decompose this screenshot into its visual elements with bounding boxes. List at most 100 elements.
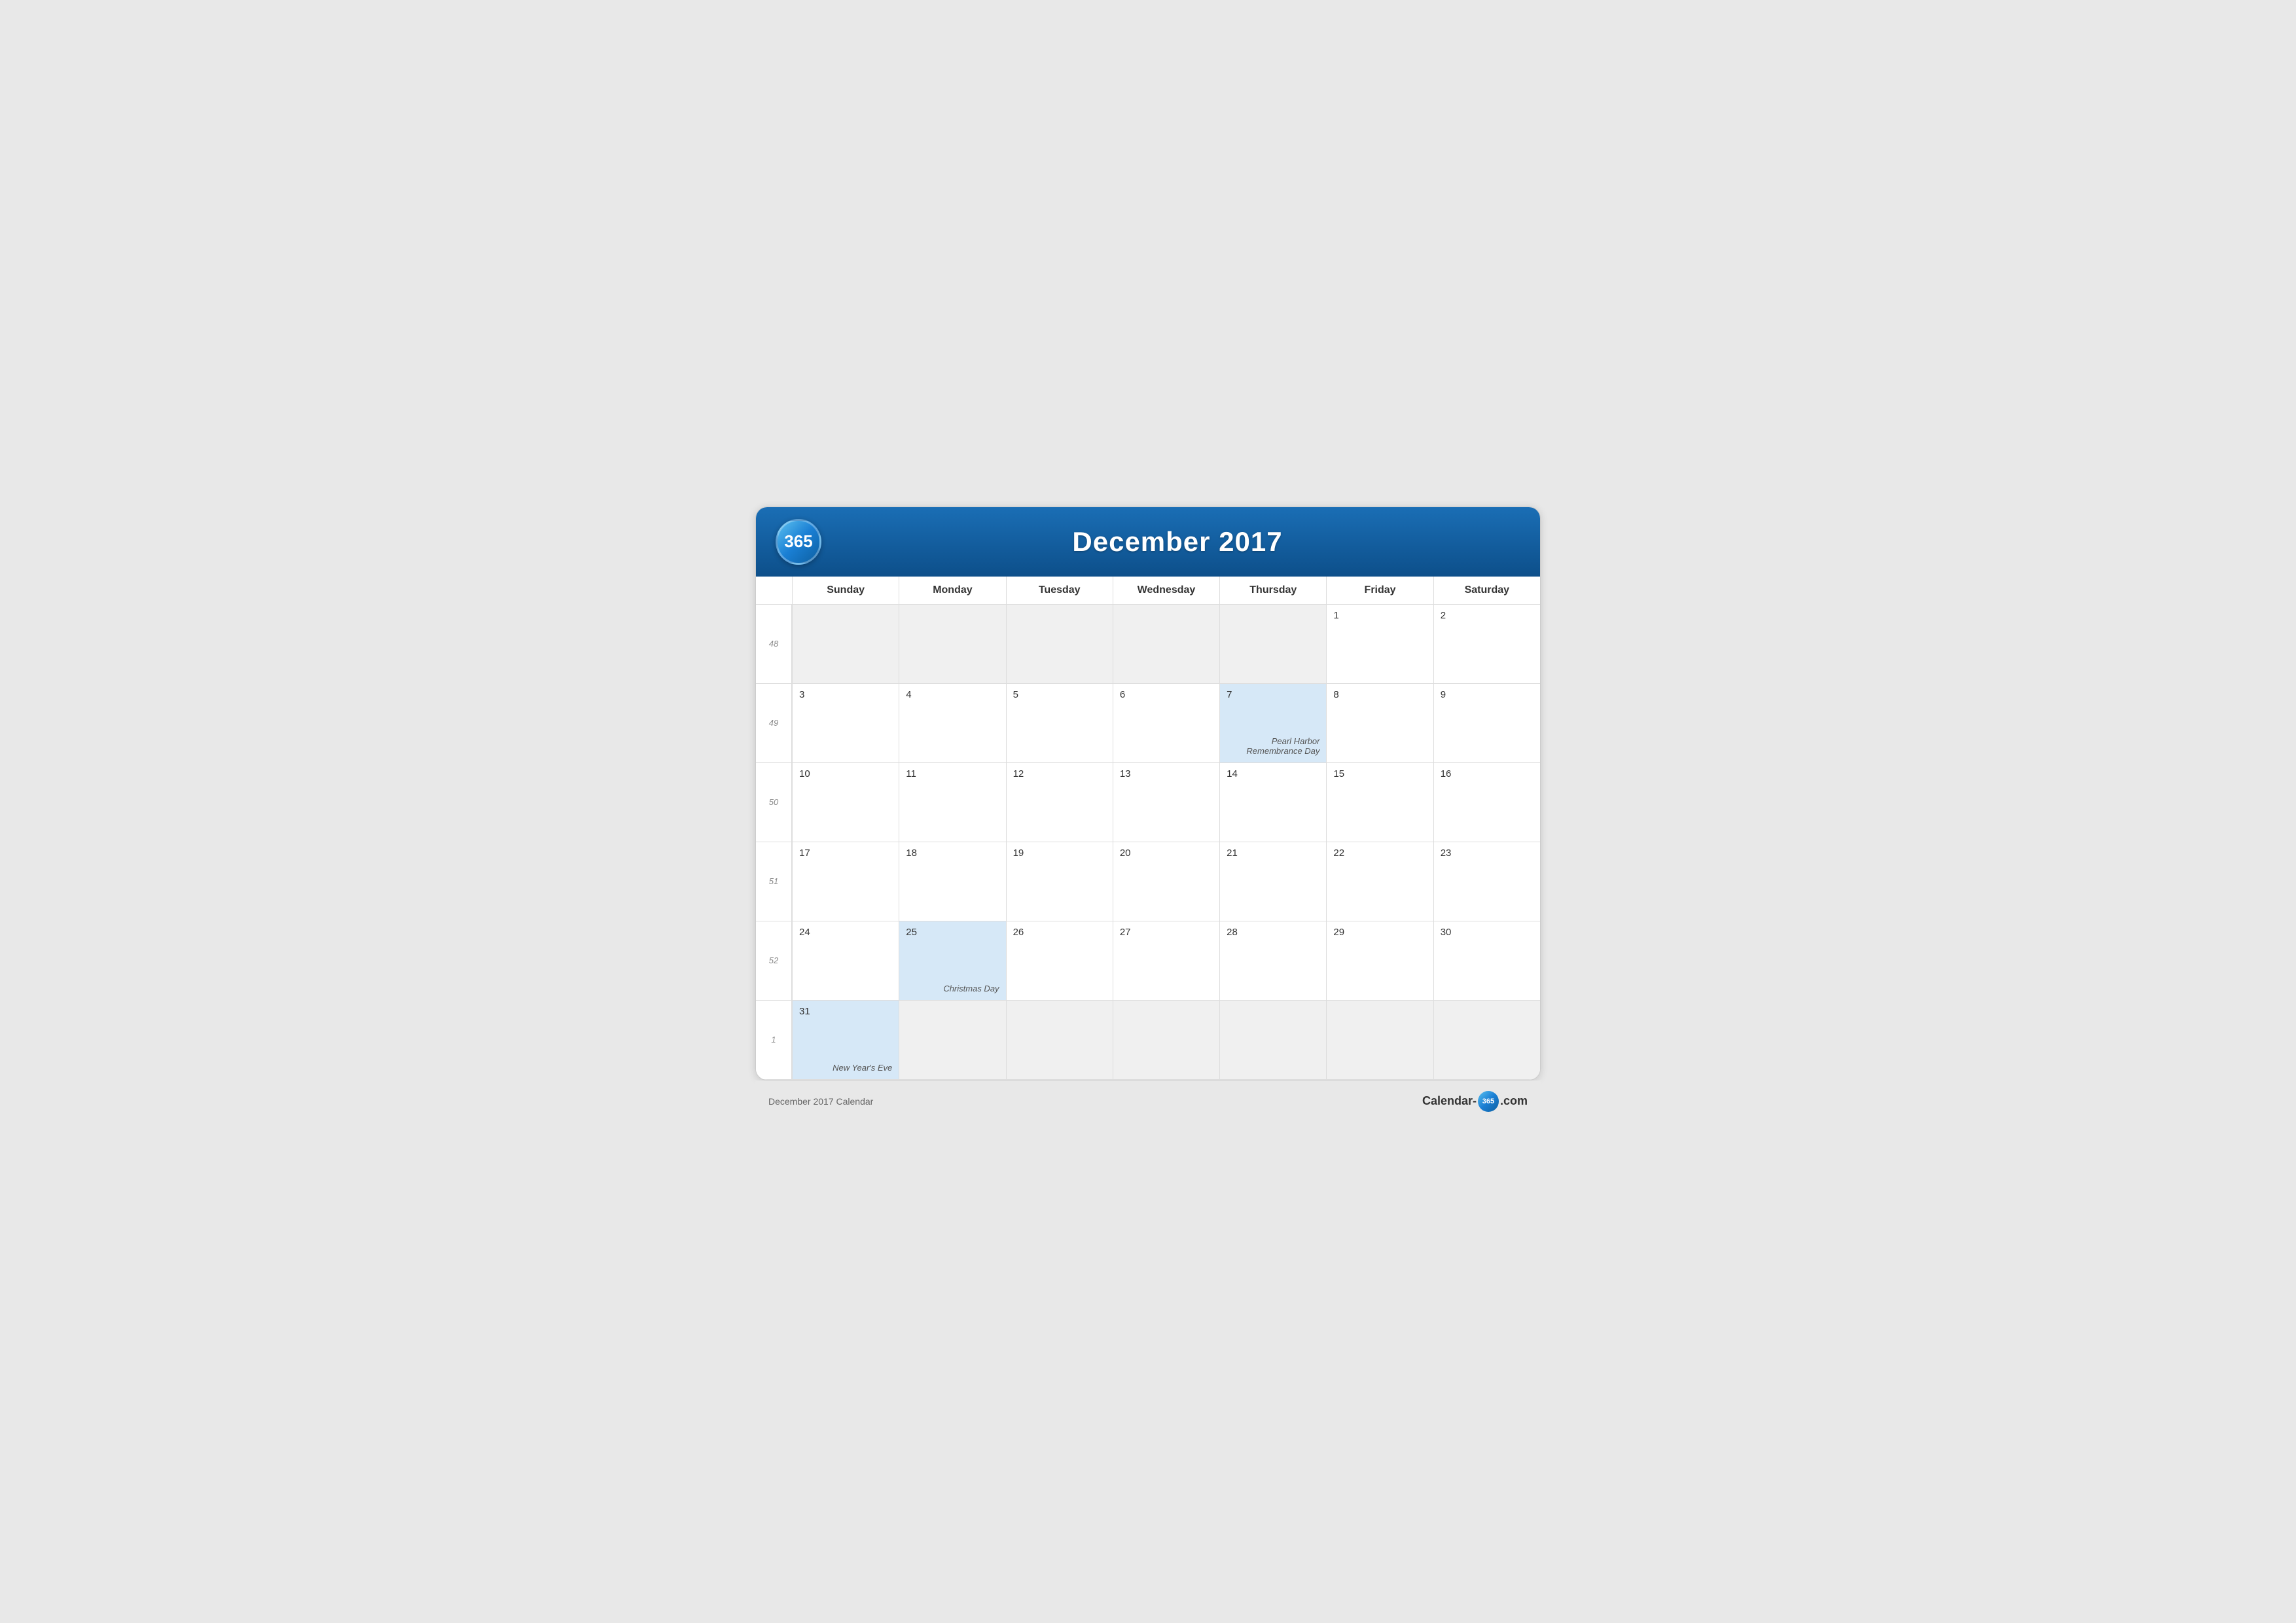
date-number: 7 (1227, 689, 1319, 700)
calendar-cell[interactable] (1113, 605, 1219, 683)
logo-circle: 365 (776, 519, 821, 565)
footer: December 2017 Calendar Calendar- 365 .co… (755, 1080, 1541, 1117)
calendar-cell[interactable]: 4 (899, 684, 1005, 762)
calendar-row: 50 10 11 12 13 14 15 16 (756, 763, 1540, 842)
calendar-cell[interactable] (899, 1001, 1005, 1079)
day-header-saturday: Saturday (1433, 577, 1540, 604)
calendar-cell[interactable]: 13 (1113, 763, 1219, 842)
calendar-row: 51 17 18 19 20 21 22 23 (756, 842, 1540, 921)
calendar-cell[interactable]: 21 (1219, 842, 1326, 921)
calendar-cell[interactable]: 27 (1113, 921, 1219, 1000)
calendar-cell[interactable]: 17 (792, 842, 899, 921)
footer-left: December 2017 Calendar (768, 1096, 873, 1107)
calendar-cell[interactable] (1326, 1001, 1433, 1079)
calendar-cell[interactable]: 1 (1326, 605, 1433, 683)
date-number: 26 (1013, 927, 1106, 938)
week-num-1: 1 (756, 1001, 792, 1079)
calendar-cell[interactable]: 22 (1326, 842, 1433, 921)
date-number: 4 (906, 689, 999, 700)
week-num-header-spacer (756, 577, 792, 604)
day-header-wednesday: Wednesday (1113, 577, 1219, 604)
date-number: 24 (799, 927, 892, 938)
date-number: 5 (1013, 689, 1106, 700)
calendar-cell[interactable] (792, 605, 899, 683)
date-number: 27 (1120, 927, 1213, 938)
day-header-thursday: Thursday (1219, 577, 1326, 604)
date-number: 15 (1333, 768, 1426, 779)
date-number: 16 (1441, 768, 1534, 779)
date-number: 30 (1441, 927, 1534, 938)
date-number: 9 (1441, 689, 1534, 700)
week-num-52: 52 (756, 921, 792, 1000)
day-header-tuesday: Tuesday (1006, 577, 1113, 604)
calendar-header: 365 December 2017 (756, 507, 1540, 577)
calendar-cell[interactable] (1219, 1001, 1326, 1079)
date-number: 2 (1441, 610, 1534, 621)
calendar-cell[interactable]: 20 (1113, 842, 1219, 921)
calendar-cell[interactable]: 18 (899, 842, 1005, 921)
calendar-cell[interactable]: 16 (1433, 763, 1540, 842)
calendar-cell[interactable]: 5 (1006, 684, 1113, 762)
calendar-cell[interactable]: 28 (1219, 921, 1326, 1000)
date-number: 13 (1120, 768, 1213, 779)
footer-calendar-text: Calendar- (1422, 1094, 1477, 1108)
footer-logo-circle: 365 (1478, 1091, 1499, 1112)
calendar-cell[interactable]: 19 (1006, 842, 1113, 921)
calendar-body: SundayMondayTuesdayWednesdayThursdayFrid… (756, 577, 1540, 1080)
date-number: 8 (1333, 689, 1426, 700)
week-num-51: 51 (756, 842, 792, 921)
date-number: 11 (906, 768, 999, 779)
holiday-label: Pearl Harbor Remembrance Day (1220, 736, 1319, 756)
date-number: 25 (906, 927, 999, 938)
date-number: 31 (799, 1006, 892, 1017)
date-number: 17 (799, 847, 892, 859)
calendar-cell[interactable] (899, 605, 1005, 683)
calendar-row: 52 24 25 Christmas Day 26 27 28 29 30 (756, 921, 1540, 1001)
calendar-cell[interactable]: 30 (1433, 921, 1540, 1000)
calendar-cell[interactable]: 25 Christmas Day (899, 921, 1005, 1000)
calendar-cell[interactable] (1433, 1001, 1540, 1079)
date-number: 10 (799, 768, 892, 779)
holiday-label: Christmas Day (943, 984, 999, 993)
calendar-cell[interactable]: 15 (1326, 763, 1433, 842)
calendar-cell[interactable]: 3 (792, 684, 899, 762)
footer-dot-com: .com (1500, 1094, 1528, 1108)
calendar-cell[interactable] (1219, 605, 1326, 683)
logo-text: 365 (784, 531, 812, 552)
calendar-cell[interactable] (1006, 1001, 1113, 1079)
calendar-cell[interactable]: 31 New Year's Eve (792, 1001, 899, 1079)
calendar-row: 4812 (756, 605, 1540, 684)
calendar-cell[interactable]: 23 (1433, 842, 1540, 921)
date-number: 18 (906, 847, 999, 859)
calendar-cell[interactable]: 10 (792, 763, 899, 842)
day-header-sunday: Sunday (792, 577, 899, 604)
date-number: 22 (1333, 847, 1426, 859)
week-num-50: 50 (756, 763, 792, 842)
header-title: December 2017 (834, 526, 1520, 558)
day-header-friday: Friday (1326, 577, 1433, 604)
calendar-row: 1 31 New Year's Eve (756, 1001, 1540, 1080)
date-number: 3 (799, 689, 892, 700)
calendar-cell[interactable]: 11 (899, 763, 1005, 842)
calendar-cell[interactable]: 12 (1006, 763, 1113, 842)
date-number: 20 (1120, 847, 1213, 859)
days-header: SundayMondayTuesdayWednesdayThursdayFrid… (756, 577, 1540, 605)
date-number: 23 (1441, 847, 1534, 859)
calendar-cell[interactable]: 6 (1113, 684, 1219, 762)
calendar-grid: 48124934567Pearl Harbor Remembrance Day8… (756, 605, 1540, 1080)
calendar-cell[interactable]: 24 (792, 921, 899, 1000)
date-number: 19 (1013, 847, 1106, 859)
calendar-cell[interactable]: 29 (1326, 921, 1433, 1000)
calendar-cell[interactable]: 7 Pearl Harbor Remembrance Day (1219, 684, 1326, 762)
calendar-cell[interactable] (1113, 1001, 1219, 1079)
calendar-cell[interactable]: 26 (1006, 921, 1113, 1000)
calendar-cell[interactable]: 2 (1433, 605, 1540, 683)
calendar-cell[interactable]: 9 (1433, 684, 1540, 762)
date-number: 1 (1333, 610, 1426, 621)
date-number: 29 (1333, 927, 1426, 938)
calendar-cell[interactable] (1006, 605, 1113, 683)
calendar-cell[interactable]: 14 (1219, 763, 1326, 842)
holiday-label: New Year's Eve (833, 1063, 892, 1073)
calendar-cell[interactable]: 8 (1326, 684, 1433, 762)
calendar-wrapper: 365 December 2017 SundayMondayTuesdayWed… (755, 507, 1541, 1080)
